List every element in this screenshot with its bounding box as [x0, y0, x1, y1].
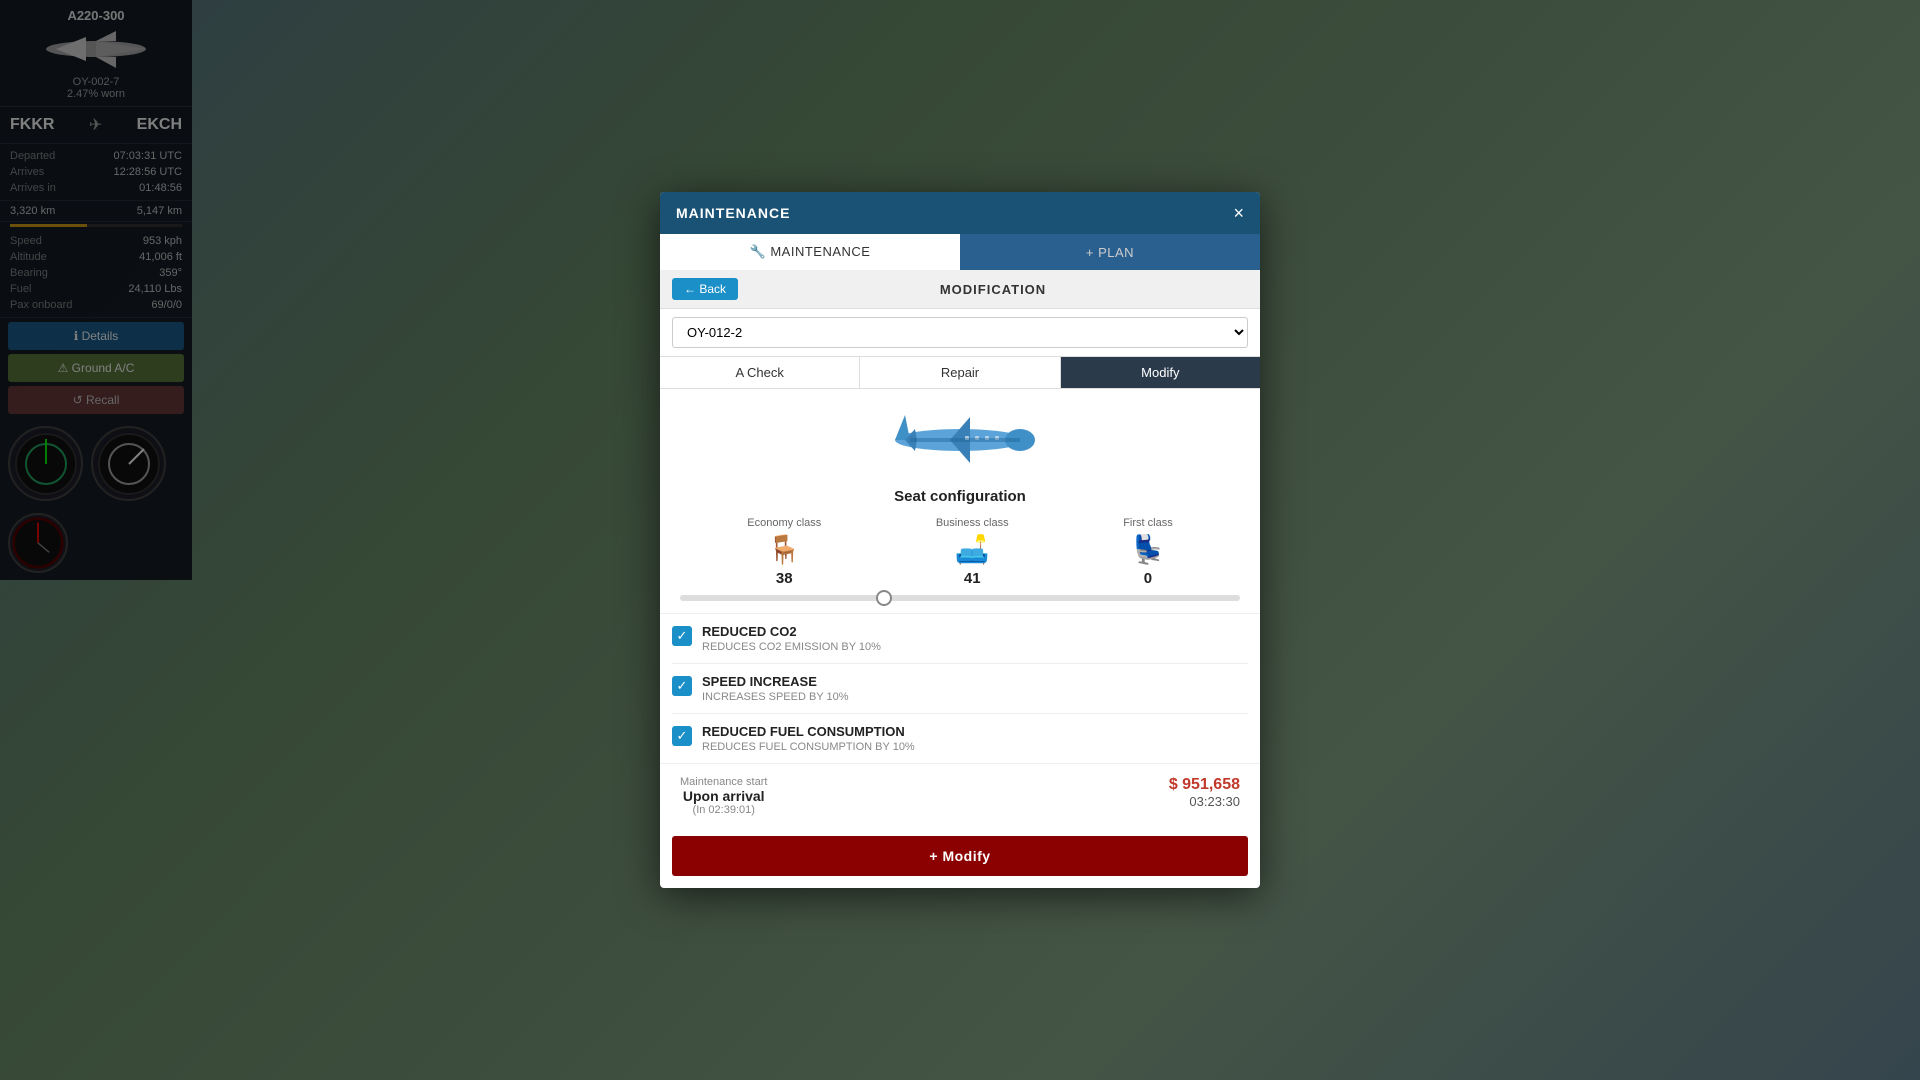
tab-plan[interactable]: + PLAN — [960, 234, 1260, 270]
seat-classes: Economy class 🪑 38 Business class 🛋️ 41 … — [660, 517, 1260, 587]
cost-info: $ 951,658 03:23:30 — [1169, 776, 1240, 809]
maintenance-modal: MAINTENANCE × 🔧 MAINTENANCE + PLAN ← Bac… — [660, 192, 1260, 888]
check-icon-2: ✓ — [677, 678, 688, 694]
seat-slider-track — [680, 595, 1240, 601]
plane-illustration — [880, 405, 1040, 475]
reduced-fuel-item: ✓ REDUCED FUEL CONSUMPTION REDUCES FUEL … — [672, 714, 1248, 763]
first-class: First class 💺 0 — [1123, 517, 1173, 587]
modal-header: MAINTENANCE × — [660, 192, 1260, 234]
plane-display — [660, 389, 1260, 488]
reduced-fuel-checkbox[interactable]: ✓ — [672, 726, 692, 746]
tab-modify[interactable]: Modify — [1061, 357, 1260, 388]
reduced-fuel-title: REDUCED FUEL CONSUMPTION — [702, 724, 915, 739]
maint-start-sub: (In 02:39:01) — [680, 804, 767, 816]
check-icon-3: ✓ — [677, 728, 688, 744]
economy-class: Economy class 🪑 38 — [747, 517, 821, 587]
business-icon: 🛋️ — [936, 533, 1009, 566]
speed-increase-checkbox[interactable]: ✓ — [672, 676, 692, 696]
maint-start-info: Maintenance start Upon arrival (In 02:39… — [680, 776, 767, 816]
seat-slider-row — [660, 595, 1260, 601]
aircraft-selector[interactable]: OY-012-2 — [672, 317, 1248, 348]
business-count: 41 — [936, 570, 1009, 587]
economy-icon: 🪑 — [747, 533, 821, 566]
sub-header: ← Back MODIFICATION — [660, 270, 1260, 309]
first-label: First class — [1123, 517, 1173, 529]
reduced-fuel-desc: REDUCES FUEL CONSUMPTION BY 10% — [702, 741, 915, 753]
cost-amount: $ 951,658 — [1169, 776, 1240, 794]
maint-start-label: Maintenance start — [680, 776, 767, 788]
first-count: 0 — [1123, 570, 1173, 587]
modify-button[interactable]: + Modify — [672, 836, 1248, 876]
tab-acheck[interactable]: A Check — [660, 357, 860, 388]
modal-overlay: MAINTENANCE × 🔧 MAINTENANCE + PLAN ← Bac… — [0, 0, 1920, 1080]
first-icon: 💺 — [1123, 533, 1173, 566]
section-title: MODIFICATION — [738, 282, 1248, 297]
business-class: Business class 🛋️ 41 — [936, 517, 1009, 587]
modal-close-button[interactable]: × — [1233, 204, 1244, 222]
cost-row: Maintenance start Upon arrival (In 02:39… — [660, 763, 1260, 828]
reduced-co2-text: REDUCED CO2 REDUCES CO2 EMISSION BY 10% — [702, 624, 881, 653]
reduced-co2-item: ✓ REDUCED CO2 REDUCES CO2 EMISSION BY 10… — [672, 614, 1248, 664]
speed-increase-desc: INCREASES SPEED BY 10% — [702, 691, 849, 703]
economy-label: Economy class — [747, 517, 821, 529]
speed-increase-text: SPEED INCREASE INCREASES SPEED BY 10% — [702, 674, 849, 703]
back-button[interactable]: ← Back — [672, 278, 738, 300]
modal-tabs: 🔧 MAINTENANCE + PLAN — [660, 234, 1260, 270]
cost-time: 03:23:30 — [1169, 794, 1240, 809]
modifications-section: ✓ REDUCED CO2 REDUCES CO2 EMISSION BY 10… — [660, 613, 1260, 763]
tab-maintenance[interactable]: 🔧 MAINTENANCE — [660, 234, 960, 270]
economy-count: 38 — [747, 570, 821, 587]
seat-slider-thumb[interactable] — [876, 590, 892, 606]
tab-repair[interactable]: Repair — [860, 357, 1060, 388]
maint-start-value: Upon arrival — [680, 788, 767, 804]
business-label: Business class — [936, 517, 1009, 529]
speed-increase-item: ✓ SPEED INCREASE INCREASES SPEED BY 10% — [672, 664, 1248, 714]
speed-increase-title: SPEED INCREASE — [702, 674, 849, 689]
modal-title: MAINTENANCE — [676, 205, 790, 221]
reduced-co2-checkbox[interactable]: ✓ — [672, 626, 692, 646]
seat-config-title: Seat configuration — [660, 488, 1260, 505]
aircraft-selector-row: OY-012-2 — [660, 309, 1260, 357]
check-icon: ✓ — [677, 628, 688, 644]
reduced-co2-desc: REDUCES CO2 EMISSION BY 10% — [702, 641, 881, 653]
inner-tabs: A Check Repair Modify — [660, 357, 1260, 389]
reduced-fuel-text: REDUCED FUEL CONSUMPTION REDUCES FUEL CO… — [702, 724, 915, 753]
reduced-co2-title: REDUCED CO2 — [702, 624, 881, 639]
